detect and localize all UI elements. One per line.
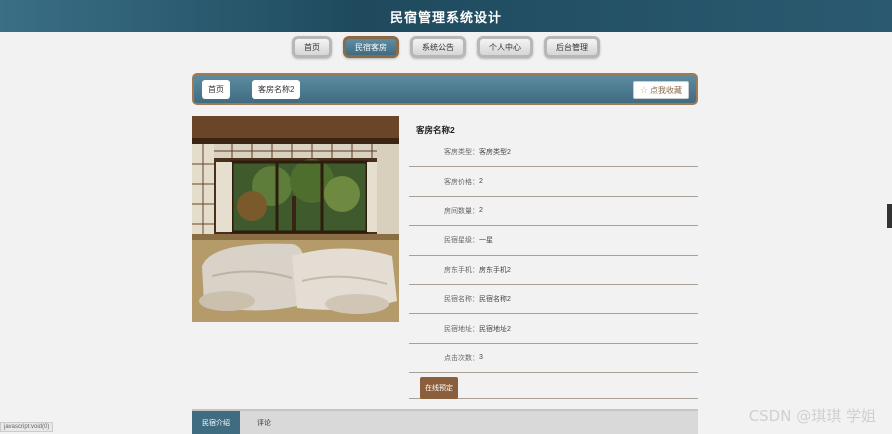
- nav-profile[interactable]: 个人中心: [477, 36, 533, 58]
- nav-home[interactable]: 首页: [292, 36, 332, 58]
- room-details: 客房名称2 客房类型： 客房类型2 客房价格： 2 房间数量： 2 民宿星级： …: [409, 116, 698, 400]
- room-type-value: 客房类型2: [479, 149, 511, 157]
- click-count-value: 3: [479, 354, 483, 362]
- favorite-label: 点我收藏: [650, 85, 682, 95]
- favorite-button[interactable]: ☆ 点我收藏: [632, 81, 689, 99]
- homestay-address-value: 民宿地址2: [479, 325, 511, 333]
- tab-introduction[interactable]: 民宿介绍: [192, 411, 240, 434]
- star-rating-value: 一星: [479, 237, 493, 245]
- detail-row: 民宿地址： 民宿地址2: [409, 314, 698, 344]
- star-rating-label: 民宿星级：: [444, 237, 479, 245]
- room-count-label: 房间数量：: [444, 207, 479, 215]
- tab-comments[interactable]: 评论: [240, 411, 288, 434]
- book-row: 在线预定: [409, 373, 698, 400]
- watermark: CSDN @琪琪 学姐: [748, 407, 876, 425]
- homestay-address-label: 民宿地址：: [444, 325, 479, 333]
- detail-row: 客房类型： 客房类型2: [409, 138, 698, 168]
- detail-tabs: 民宿介绍 评论: [192, 409, 698, 434]
- nav-rooms[interactable]: 民宿客房: [343, 36, 399, 58]
- status-url: javascript:void(0): [0, 422, 54, 432]
- site-title: 民宿管理系统设计: [389, 9, 502, 25]
- detail-row: 房东手机： 房东手机2: [409, 256, 698, 285]
- homestay-name-value: 民宿名称2: [479, 296, 511, 304]
- room-price-value: 2: [479, 178, 483, 186]
- host-phone-value: 房东手机2: [479, 266, 511, 274]
- detail-row: 点击次数： 3: [409, 344, 698, 374]
- main-nav: 首页 民宿客房 系统公告 个人中心 后台管理: [0, 36, 892, 58]
- detail-row: 房间数量： 2: [409, 197, 698, 227]
- room-photo-image: [192, 116, 399, 322]
- breadcrumb-home[interactable]: 首页: [202, 79, 230, 99]
- detail-row: 民宿名称： 民宿名称2: [409, 285, 698, 315]
- breadcrumb-current: 客房名称2: [252, 79, 301, 99]
- breadcrumb: 首页 客房名称2 ☆ 点我收藏: [192, 73, 698, 105]
- room-name: 客房名称2: [416, 125, 455, 135]
- detail-row: 客房价格： 2: [409, 167, 698, 197]
- host-phone-label: 房东手机：: [444, 266, 479, 274]
- star-icon: ☆: [639, 84, 648, 95]
- room-type-label: 客房类型：: [444, 149, 479, 157]
- nav-announcements[interactable]: 系统公告: [410, 36, 466, 58]
- detail-row: 民宿星级： 一星: [409, 226, 698, 256]
- room-price-label: 客房价格：: [444, 178, 479, 186]
- scrollbar-handle[interactable]: [887, 204, 892, 228]
- room-count-value: 2: [479, 207, 483, 215]
- top-header: 民宿管理系统设计: [0, 0, 892, 32]
- nav-admin[interactable]: 后台管理: [544, 36, 600, 58]
- click-count-label: 点击次数：: [444, 354, 479, 362]
- room-photo: [192, 116, 399, 322]
- book-online-button[interactable]: 在线预定: [420, 377, 458, 400]
- homestay-name-label: 民宿名称：: [444, 296, 479, 304]
